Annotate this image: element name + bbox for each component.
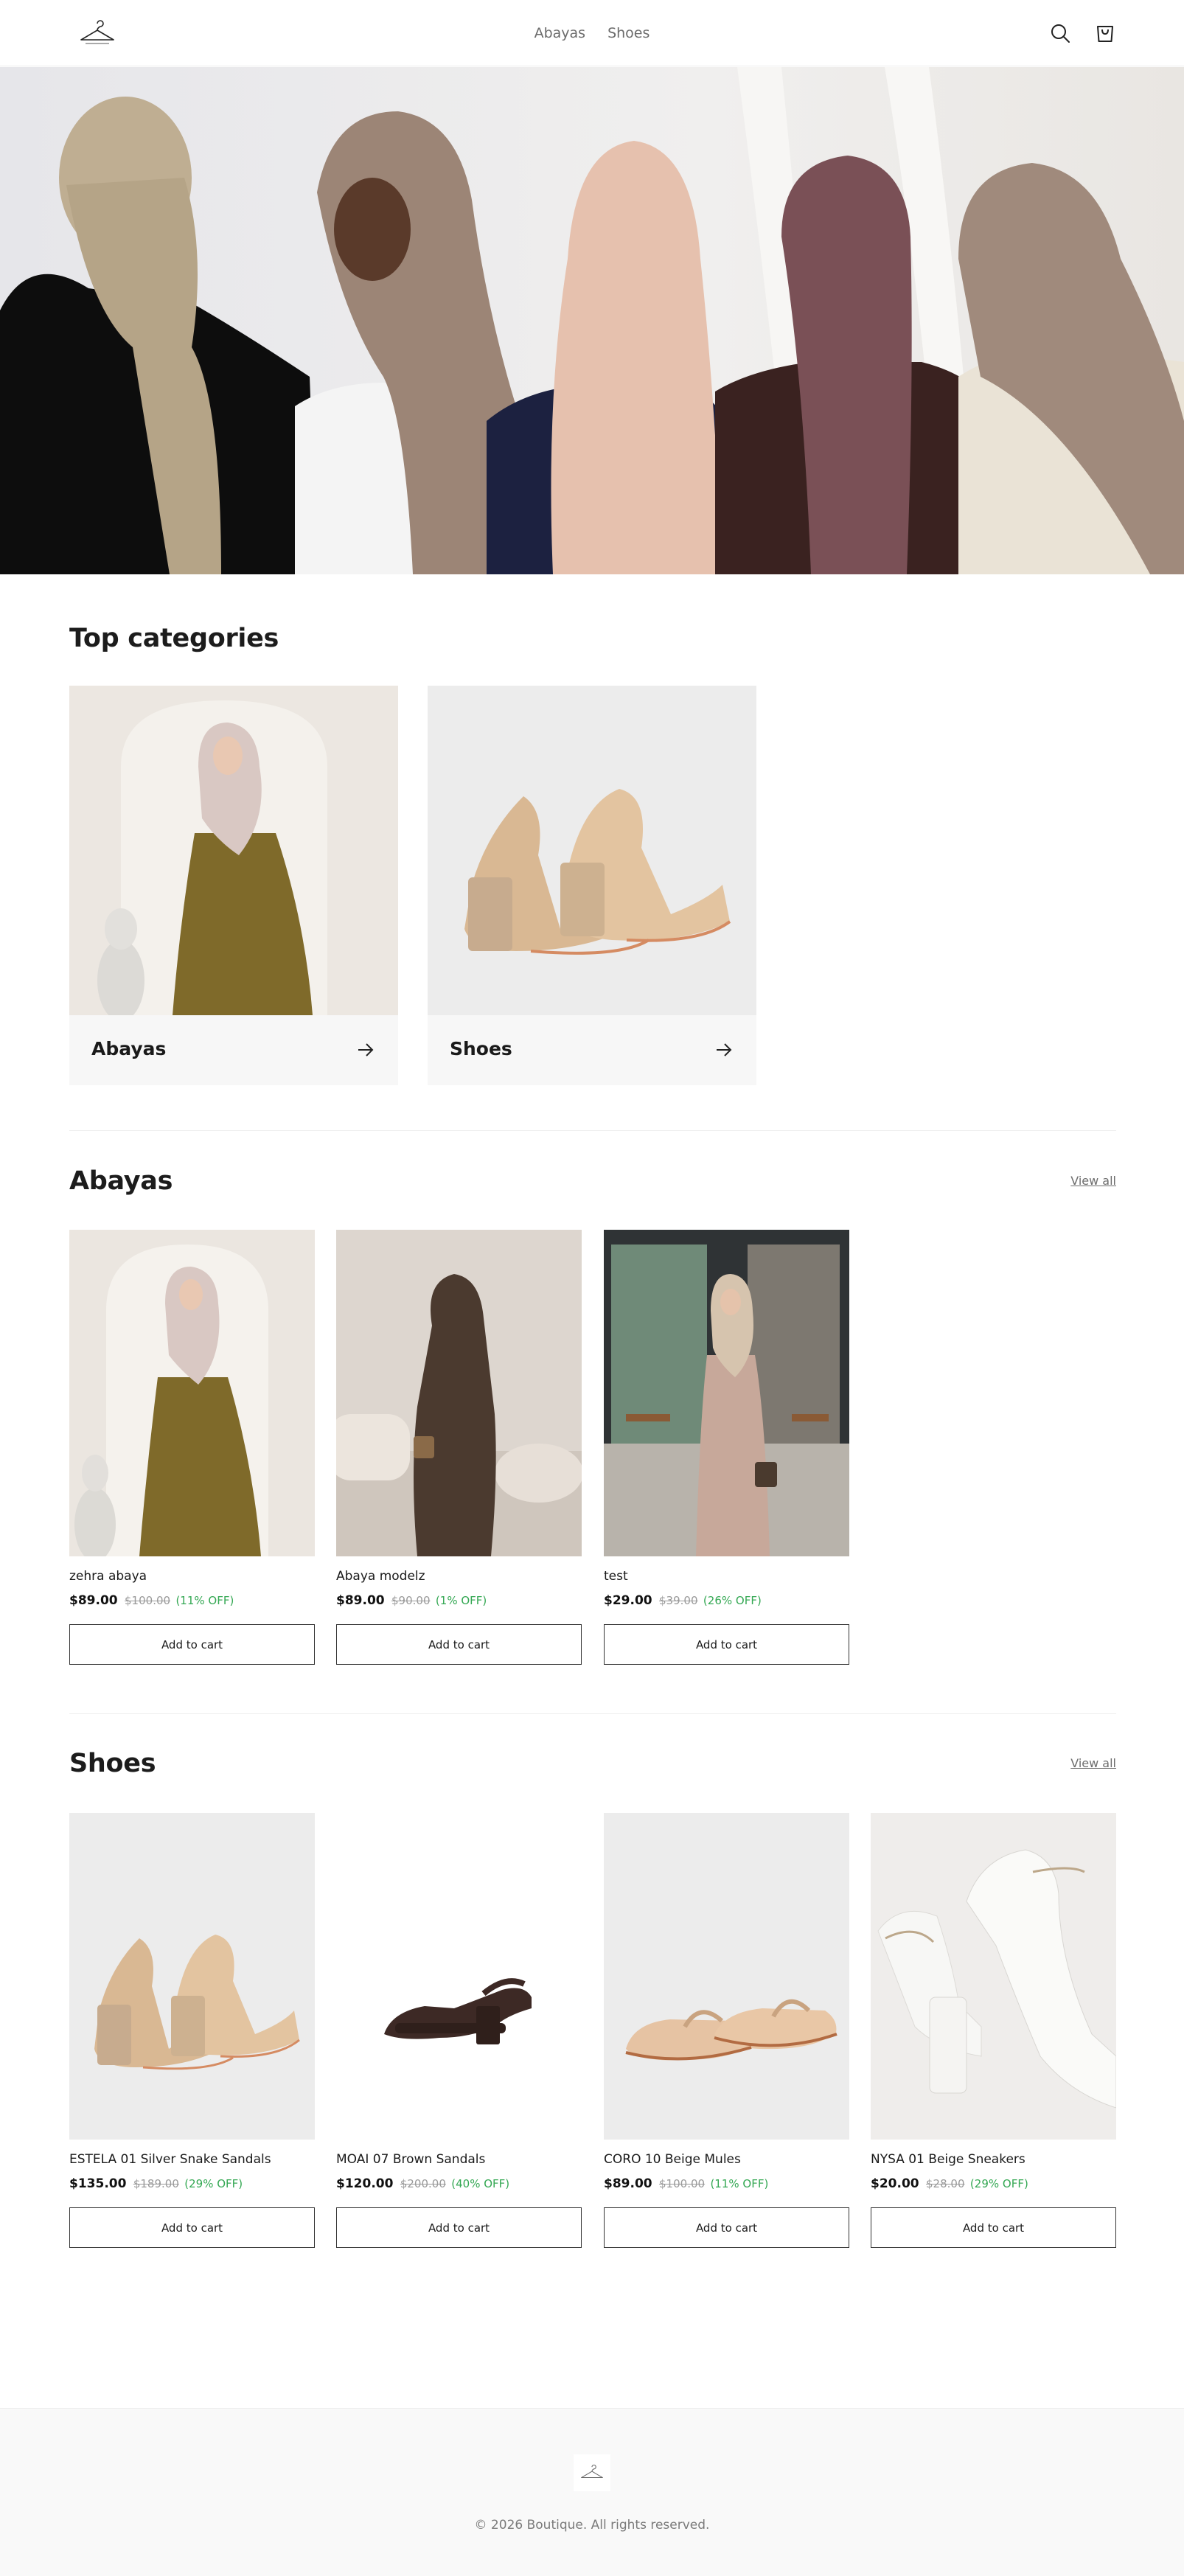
- add-to-cart-button[interactable]: Add to cart: [69, 1624, 315, 1665]
- product-image[interactable]: [336, 1230, 582, 1556]
- price-current: $135.00: [69, 2176, 127, 2191]
- search-icon[interactable]: [1048, 21, 1073, 46]
- product-card: ESTELA 01 Silver Snake Sandals $135.00 $…: [69, 1813, 315, 2248]
- site-header: Abayas Shoes: [0, 0, 1184, 66]
- product-image[interactable]: [604, 1230, 849, 1556]
- product-card: CORO 10 Beige Mules $89.00 $100.00 (11% …: [604, 1813, 849, 2248]
- price-original: $39.00: [659, 1594, 698, 1607]
- price-original: $200.00: [400, 2177, 446, 2190]
- product-card: NYSA 01 Beige Sneakers $20.00 $28.00 (29…: [871, 1813, 1116, 2248]
- arrow-right-icon[interactable]: [714, 1040, 734, 1060]
- price-original: $189.00: [133, 2177, 179, 2190]
- add-to-cart-button[interactable]: Add to cart: [604, 2207, 849, 2248]
- price-original: $100.00: [659, 2177, 706, 2190]
- product-name[interactable]: zehra abaya: [69, 1569, 147, 1584]
- price-original: $28.00: [926, 2177, 965, 2190]
- main-nav: Abayas Shoes: [0, 0, 1184, 66]
- copyright-text: © 2026 Boutique. All rights reserved.: [474, 2518, 710, 2533]
- product-price: $89.00 $90.00 (1% OFF): [336, 1593, 487, 1608]
- top-categories-title: Top categories: [69, 624, 279, 653]
- price-current: $20.00: [871, 2176, 919, 2191]
- price-original: $100.00: [125, 1594, 171, 1607]
- section-divider: [69, 1713, 1116, 1714]
- discount-badge: (40% OFF): [451, 2177, 510, 2190]
- discount-badge: (1% OFF): [435, 1594, 487, 1607]
- price-current: $29.00: [604, 1593, 652, 1608]
- product-name[interactable]: Abaya modelz: [336, 1569, 425, 1584]
- product-card: zehra abaya $89.00 $100.00 (11% OFF) Add…: [69, 1230, 315, 1665]
- product-price: $120.00 $200.00 (40% OFF): [336, 2176, 509, 2191]
- add-to-cart-button[interactable]: Add to cart: [336, 2207, 582, 2248]
- price-original: $90.00: [391, 1594, 431, 1607]
- category-image-abayas: [69, 686, 398, 1015]
- hanger-logo-icon[interactable]: [574, 2454, 610, 2491]
- discount-badge: (11% OFF): [175, 1594, 234, 1607]
- shopping-bag-icon[interactable]: [1093, 21, 1118, 46]
- add-to-cart-button[interactable]: Add to cart: [69, 2207, 315, 2248]
- add-to-cart-button[interactable]: Add to cart: [336, 1624, 582, 1665]
- abayas-view-all-link[interactable]: View all: [1070, 1174, 1116, 1188]
- product-image[interactable]: [604, 1813, 849, 2140]
- product-name[interactable]: NYSA 01 Beige Sneakers: [871, 2152, 1025, 2167]
- product-image[interactable]: [69, 1230, 315, 1556]
- nav-link-abayas[interactable]: Abayas: [534, 25, 586, 41]
- nav-link-shoes[interactable]: Shoes: [607, 25, 650, 41]
- product-card: test $29.00 $39.00 (26% OFF) Add to cart: [604, 1230, 849, 1665]
- arrow-right-icon[interactable]: [355, 1040, 376, 1060]
- discount-badge: (29% OFF): [184, 2177, 243, 2190]
- discount-badge: (29% OFF): [969, 2177, 1028, 2190]
- product-price: $135.00 $189.00 (29% OFF): [69, 2176, 243, 2191]
- product-name[interactable]: CORO 10 Beige Mules: [604, 2152, 741, 2167]
- category-image-shoes: [428, 686, 756, 1015]
- product-price: $89.00 $100.00 (11% OFF): [69, 1593, 234, 1608]
- abayas-section-title: Abayas: [69, 1166, 173, 1196]
- product-image[interactable]: [336, 1813, 582, 2140]
- discount-badge: (11% OFF): [710, 2177, 769, 2190]
- product-price: $29.00 $39.00 (26% OFF): [604, 1593, 762, 1608]
- add-to-cart-button[interactable]: Add to cart: [871, 2207, 1116, 2248]
- category-label-abayas: Abayas: [91, 1038, 167, 1059]
- product-card: MOAI 07 Brown Sandals $120.00 $200.00 (4…: [336, 1813, 582, 2248]
- product-price: $89.00 $100.00 (11% OFF): [604, 2176, 768, 2191]
- shoes-section-title: Shoes: [69, 1749, 156, 1778]
- category-card-shoes[interactable]: Shoes: [428, 686, 756, 1085]
- price-current: $120.00: [336, 2176, 394, 2191]
- category-card-abayas[interactable]: Abayas: [69, 686, 398, 1085]
- category-label-shoes: Shoes: [450, 1038, 512, 1059]
- section-divider: [69, 1130, 1116, 1131]
- product-name[interactable]: MOAI 07 Brown Sandals: [336, 2152, 485, 2167]
- discount-badge: (26% OFF): [703, 1594, 762, 1607]
- price-current: $89.00: [336, 1593, 385, 1608]
- hero-banner: [0, 67, 1184, 574]
- add-to-cart-button[interactable]: Add to cart: [604, 1624, 849, 1665]
- product-name[interactable]: ESTELA 01 Silver Snake Sandals: [69, 2152, 271, 2167]
- product-image[interactable]: [69, 1813, 315, 2140]
- site-footer: © 2026 Boutique. All rights reserved.: [0, 2408, 1184, 2576]
- product-price: $20.00 $28.00 (29% OFF): [871, 2176, 1028, 2191]
- product-name[interactable]: test: [604, 1569, 628, 1584]
- product-card: Abaya modelz $89.00 $90.00 (1% OFF) Add …: [336, 1230, 582, 1665]
- price-current: $89.00: [69, 1593, 118, 1608]
- shoes-view-all-link[interactable]: View all: [1070, 1756, 1116, 1770]
- hero-image: [0, 67, 1184, 574]
- price-current: $89.00: [604, 2176, 652, 2191]
- product-image[interactable]: [871, 1813, 1116, 2140]
